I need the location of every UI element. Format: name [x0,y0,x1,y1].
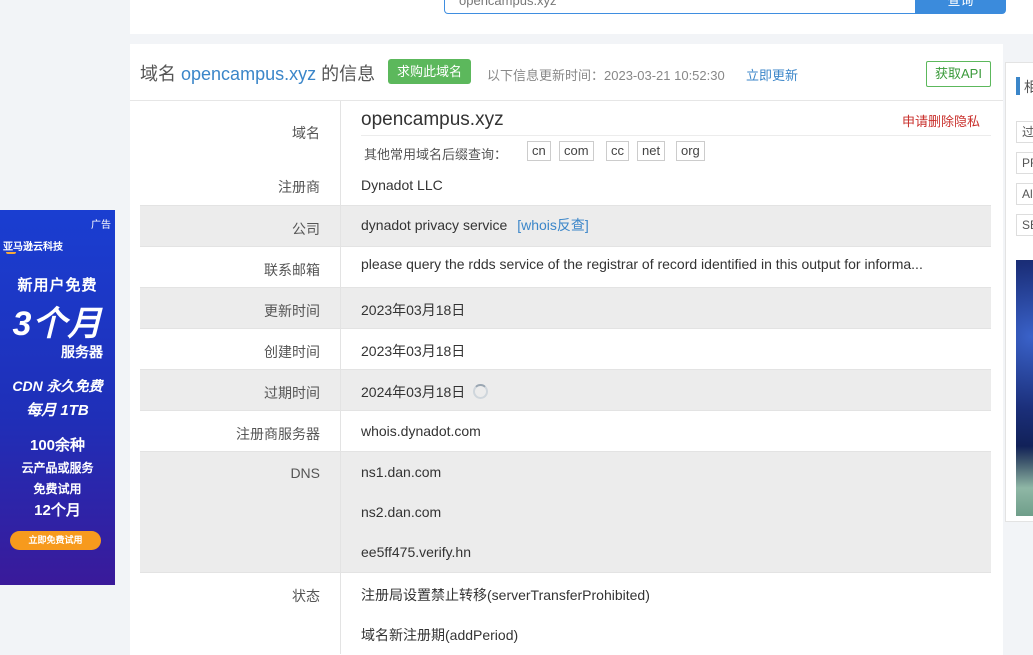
updated-value: 2023年03月18日 [361,302,466,318]
created-label: 创建时间 [264,344,320,360]
sidebar-accent-bar [1016,77,1020,95]
row-divider [140,328,991,329]
row-divider [140,451,991,452]
expires-date: 2024年03月18日 [361,384,466,400]
ad-products: 云产品或服务 [21,461,94,475]
page-title: 域名 opencampus.xyz 的信息 [140,60,375,86]
row-divider [140,205,991,206]
title-prefix: 域名 [140,64,176,84]
sidebar-item[interactable]: PR [1016,152,1033,174]
whois-panel: 域名 opencampus.xyz 的信息 求购此域名 以下信息更新时间：202… [130,44,1003,655]
row-divider [140,246,991,247]
expires-value: 2024年03月18日 [361,382,489,402]
ad-months: 3个月 [12,305,103,343]
domain-value: opencampus.xyz [361,109,504,130]
column-divider [340,101,341,654]
ad-server: 服务器 [61,344,103,360]
sidebar-item[interactable]: 过 [1016,121,1033,143]
row-divider [140,572,991,573]
ad-trial-months: 12个月 [34,502,81,519]
title-suffix: 的信息 [321,64,376,84]
row-divider [140,410,991,411]
sidebar-item[interactable]: Al [1016,183,1033,205]
sidebar-image[interactable] [1016,260,1033,516]
search-button[interactable]: 查询 [915,0,1006,14]
suffix-cc[interactable]: cc [606,141,629,161]
email-label: 联系邮箱 [264,262,320,278]
update-now-link[interactable]: 立即更新 [746,65,798,84]
ad-headline: 新用户免费 [17,277,98,294]
domain-label: 域名 [292,125,320,141]
sidebar-title: 相 [1024,77,1033,97]
dns-value: ee5ff475.verify.hn [361,544,472,560]
whois-server-label: 注册商服务器 [236,426,320,442]
row-divider [140,369,991,370]
panel-header: 域名 opencampus.xyz 的信息 求购此域名 以下信息更新时间：202… [130,44,1003,101]
loading-spinner-icon [473,384,489,399]
email-value: please query the rdds service of the reg… [361,256,923,272]
suffix-net[interactable]: net [637,141,666,161]
suffix-query-label: 其他常用域名后缀查询： [364,147,508,162]
buy-domain-button[interactable]: 求购此域名 [388,59,471,84]
dns-value: ns1.dan.com [361,464,442,480]
suffix-org[interactable]: org [676,141,705,161]
ad-cta-button[interactable]: 立即免费试用 [10,531,101,550]
ad-brand: 亚马逊云科技 [3,242,63,253]
ad-brand-smile-icon [6,252,16,254]
ad-banner[interactable]: 广告 亚马逊云科技 新用户免费 3个月 服务器 CDN 永久免费 每月 1TB … [0,210,115,585]
row-divider [140,287,991,288]
title-domain[interactable]: opencampus.xyz [181,64,316,84]
ad-free-trial: 免费试用 [33,482,82,496]
sidebar-item[interactable]: SE [1016,214,1033,236]
search-input[interactable]: opencampus.xyz [444,0,916,14]
suffix-cn[interactable]: cn [527,141,551,161]
suffix-com[interactable]: com [559,141,594,161]
company-label: 公司 [292,221,320,237]
created-value: 2023年03月18日 [361,343,466,359]
dns-label: DNS [290,465,320,481]
status-value: 注册局设置禁止转移(serverTransferProhibited) [361,587,650,603]
get-api-button[interactable]: 获取API [926,61,991,87]
updated-label: 更新时间 [264,303,320,319]
dns-value: ns2.dan.com [361,504,442,520]
whois-server-value: whois.dynadot.com [361,423,481,439]
ad-tag: 广告 [91,220,111,231]
right-sidebar: 相 过 PR Al SE [1005,62,1033,522]
company-value: dynadot privacy service [whois反查] [361,215,589,235]
ad-products-count: 100余种 [29,437,86,454]
status-label: 状态 [292,588,320,604]
whois-reverse-link[interactable]: [whois反查] [517,217,589,233]
status-value: 域名新注册期(addPeriod) [361,627,519,643]
ad-monthly: 每月 1TB [26,402,89,419]
registrar-label: 注册商 [278,179,320,195]
expires-label: 过期时间 [264,385,320,401]
update-time-label: 以下信息更新时间：2023-03-21 10:52:30 [487,68,725,83]
company-name: dynadot privacy service [361,217,508,233]
registrar-value: Dynadot LLC [361,177,443,193]
ad-cdn: CDN 永久免费 [12,378,103,394]
domain-subline [361,135,991,136]
privacy-removal-link[interactable]: 申请删除隐私 [902,111,980,130]
